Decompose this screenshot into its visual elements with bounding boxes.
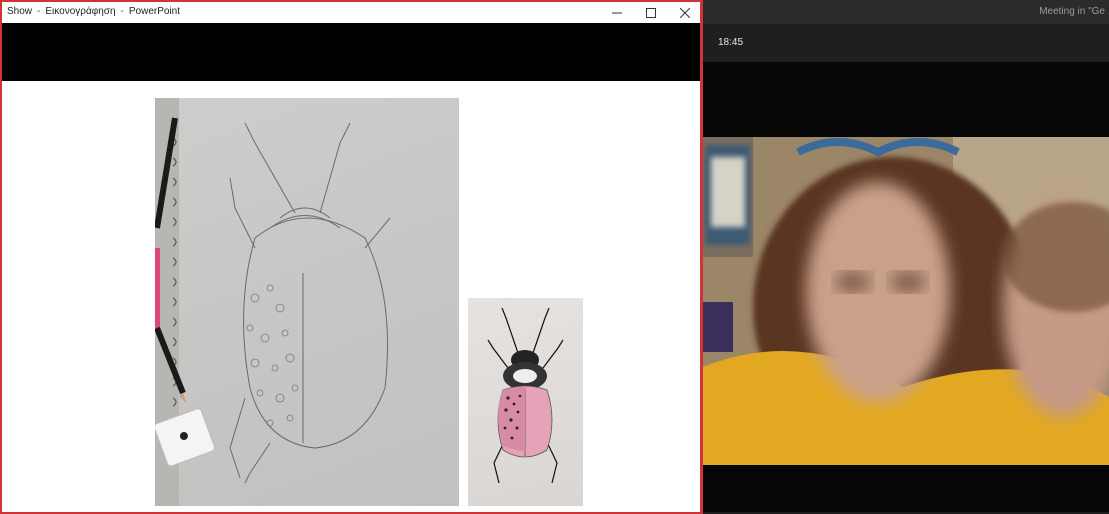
- meeting-title: Meeting in "Ge: [1039, 6, 1105, 17]
- colored-pink-beetle-photo: [468, 298, 583, 506]
- title-app-name: PowerPoint: [128, 6, 180, 17]
- video-letterbox-top: [703, 62, 1109, 137]
- close-icon: [680, 7, 690, 18]
- participant-video-frame: [703, 137, 1109, 465]
- window-title: Show - Εικονογράφηση - PowerPoint: [7, 6, 180, 17]
- colored-beetle-drawing: [487, 307, 564, 484]
- title-app-segment: Show: [7, 6, 33, 17]
- slideshow-top-band: [2, 23, 700, 81]
- close-button[interactable]: [668, 2, 702, 23]
- title-document-name: Εικονογράφηση: [45, 6, 116, 17]
- teams-meeting-panel: Meeting in "Ge 18:45: [703, 0, 1109, 512]
- minimize-icon: [612, 12, 622, 13]
- window-titlebar[interactable]: Show - Εικονογράφηση - PowerPoint: [2, 2, 700, 23]
- meeting-toolbar: 18:45: [703, 24, 1109, 62]
- pencil-sketch-beetle-photo: [155, 98, 459, 506]
- maximize-button[interactable]: [634, 2, 668, 23]
- title-separator: -: [37, 6, 41, 17]
- video-letterbox-bottom: [703, 465, 1109, 512]
- minimize-button[interactable]: [600, 2, 634, 23]
- sketch-drawing: [155, 98, 391, 506]
- participant-video[interactable]: [703, 137, 1109, 465]
- maximize-icon: [646, 7, 656, 18]
- title-separator: -: [120, 6, 124, 17]
- call-timer: 18:45: [718, 37, 744, 48]
- meeting-titlebar[interactable]: Meeting in "Ge: [703, 0, 1109, 24]
